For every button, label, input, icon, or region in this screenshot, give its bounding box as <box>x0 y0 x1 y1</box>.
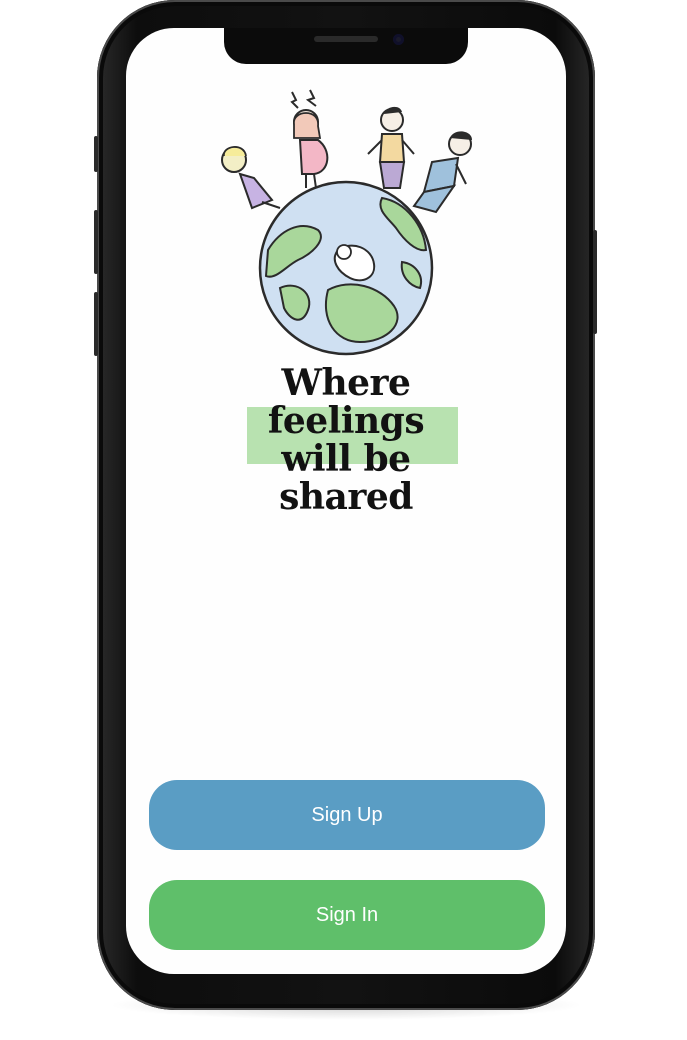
speaker <box>314 36 378 42</box>
headline-line-4: shared <box>279 476 413 518</box>
sign-up-button[interactable]: Sign Up <box>149 780 545 850</box>
father-figure <box>367 106 415 189</box>
headline-line-3: will be <box>281 438 411 480</box>
sign-up-label: Sign Up <box>311 803 383 826</box>
sign-in-label: Sign In <box>315 903 379 926</box>
mother-figure <box>290 89 329 189</box>
volume-down-button <box>94 292 98 356</box>
globe-icon <box>258 180 434 356</box>
front-camera <box>393 34 404 45</box>
power-button <box>593 230 597 334</box>
doctor-figure <box>412 131 472 214</box>
child-figure <box>221 146 281 210</box>
volume-up-button <box>94 210 98 274</box>
headline-line-2: feelings <box>267 400 425 442</box>
sign-in-button[interactable]: Sign In <box>149 880 545 950</box>
headline-line-1: Where <box>281 362 411 404</box>
notch <box>224 28 468 64</box>
mute-switch <box>94 136 98 172</box>
headline: Where feelings will be shared <box>206 364 486 516</box>
globe-people-illustration <box>221 89 472 356</box>
